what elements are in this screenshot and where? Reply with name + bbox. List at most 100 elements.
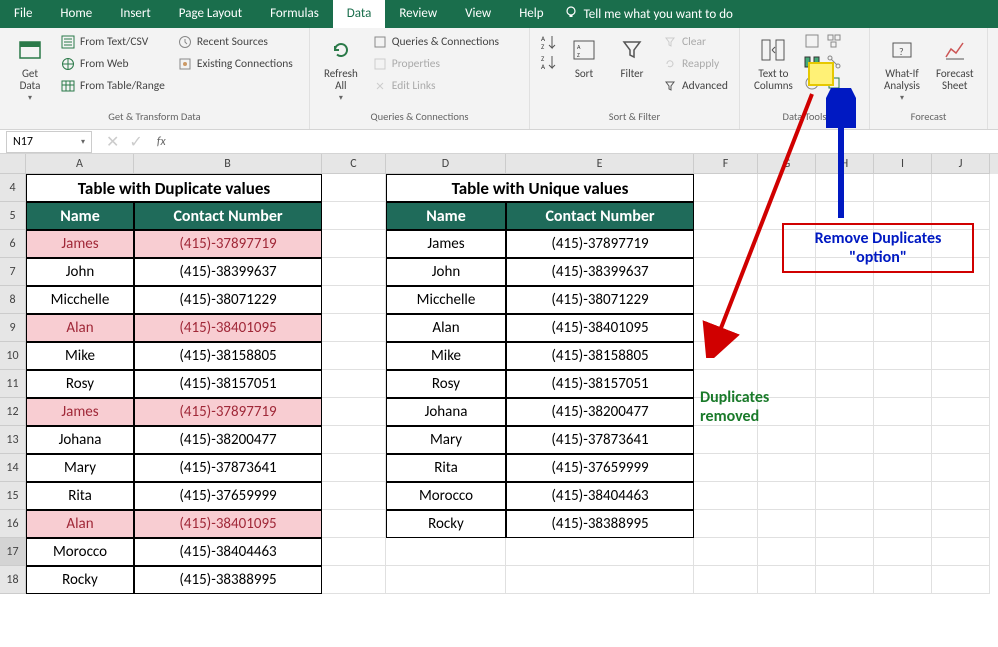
column-header[interactable]: D [386,154,506,174]
cell[interactable] [874,538,932,566]
cell[interactable] [694,566,758,594]
cell[interactable] [322,398,386,426]
menu-tab-formulas[interactable]: Formulas [256,0,333,28]
existing-connections-button[interactable]: Existing Connections [173,54,297,74]
data-cell-contact[interactable]: (415)-37897719 [506,230,694,258]
column-header[interactable]: J [932,154,990,174]
refresh-all-button[interactable]: Refresh All ▾ [318,32,364,105]
row-header[interactable]: 16 [0,510,26,538]
data-cell-name[interactable]: Rosy [386,370,506,398]
cell[interactable] [694,482,758,510]
column-header[interactable]: B [134,154,322,174]
data-cell-contact[interactable]: (415)-38401095 [134,510,322,538]
cell[interactable] [932,286,990,314]
data-cell-name[interactable]: Alan [386,314,506,342]
cell[interactable] [758,314,816,342]
menu-tab-data[interactable]: Data [333,0,386,28]
sort-za-button[interactable]: ZA [538,52,558,72]
column-header[interactable]: G [758,154,816,174]
row-header[interactable]: 6 [0,230,26,258]
cell[interactable] [694,454,758,482]
data-cell-name[interactable]: Rita [26,482,134,510]
chevron-down-icon[interactable]: ▾ [81,137,85,147]
cell[interactable] [694,538,758,566]
row-header[interactable]: 4 [0,174,26,202]
row-header[interactable]: 7 [0,258,26,286]
cell[interactable] [758,538,816,566]
data-cell-contact[interactable]: (415)-38158805 [134,342,322,370]
advanced-filter-button[interactable]: Advanced [658,76,732,96]
cell[interactable] [816,342,874,370]
cell[interactable] [932,426,990,454]
data-cell-name[interactable]: Morocco [26,538,134,566]
menu-tab-page-layout[interactable]: Page Layout [165,0,256,28]
data-cell-name[interactable]: Rita [386,454,506,482]
data-cell-name[interactable]: Mary [386,426,506,454]
row-header[interactable]: 12 [0,398,26,426]
cell[interactable] [322,230,386,258]
cell[interactable] [322,566,386,594]
row-header[interactable]: 9 [0,314,26,342]
table-title-left[interactable]: Table with Duplicate values [26,174,322,202]
name-box[interactable]: N17 ▾ [6,131,92,153]
table-title-right[interactable]: Table with Unique values [386,174,694,202]
cell[interactable] [816,370,874,398]
row-header[interactable]: 14 [0,454,26,482]
data-cell-contact[interactable]: (415)-38388995 [506,510,694,538]
column-header[interactable]: H [816,154,874,174]
column-header[interactable]: E [506,154,694,174]
spreadsheet-grid[interactable]: ABCDEFGHIJ 4Table with Duplicate valuesT… [0,154,998,594]
cell[interactable] [322,314,386,342]
data-cell-name[interactable]: Rosy [26,370,134,398]
cell[interactable] [758,566,816,594]
cell[interactable] [322,482,386,510]
tell-me-input[interactable]: Tell me what you want to do [584,7,733,22]
data-cell-name[interactable]: Micchelle [386,286,506,314]
table-header-contact[interactable]: Contact Number [506,202,694,230]
cell[interactable] [816,566,874,594]
data-cell-name[interactable]: Alan [26,314,134,342]
cell[interactable] [932,454,990,482]
table-header-contact[interactable]: Contact Number [134,202,322,230]
menu-tab-review[interactable]: Review [385,0,451,28]
cell[interactable] [322,538,386,566]
data-cell-contact[interactable]: (415)-37873641 [506,426,694,454]
data-cell-contact[interactable]: (415)-37897719 [134,398,322,426]
data-cell-contact[interactable]: (415)-38158805 [506,342,694,370]
data-cell-name[interactable]: Micchelle [26,286,134,314]
from-web-button[interactable]: From Web [56,54,169,74]
data-cell-contact[interactable] [506,538,694,566]
table-header-name[interactable]: Name [386,202,506,230]
cell[interactable] [758,286,816,314]
data-cell-contact[interactable]: (415)-38200477 [506,398,694,426]
data-cell-contact[interactable]: (415)-38399637 [134,258,322,286]
cell[interactable] [322,342,386,370]
data-cell-contact[interactable]: (415)-38157051 [134,370,322,398]
data-cell-contact[interactable] [506,566,694,594]
sort-az-button[interactable]: AZ [538,32,558,52]
data-cell-name[interactable] [386,566,506,594]
cell[interactable] [874,174,932,202]
column-header[interactable]: A [26,154,134,174]
data-cell-name[interactable]: Mike [386,342,506,370]
data-cell-name[interactable]: Mary [26,454,134,482]
cell[interactable] [694,258,758,286]
data-cell-name[interactable]: John [26,258,134,286]
cell[interactable] [694,314,758,342]
table-header-name[interactable]: Name [26,202,134,230]
cell[interactable] [932,482,990,510]
cell[interactable] [874,482,932,510]
data-cell-name[interactable] [386,538,506,566]
cell[interactable] [932,398,990,426]
queries-connections-button[interactable]: Queries & Connections [368,32,503,52]
cell[interactable] [816,426,874,454]
data-cell-contact[interactable]: (415)-38157051 [506,370,694,398]
cell[interactable] [322,202,386,230]
cell[interactable] [932,566,990,594]
fx-icon[interactable]: fx [151,135,172,149]
cell[interactable] [932,370,990,398]
menu-tab-file[interactable]: File [0,0,46,28]
data-cell-name[interactable]: Mike [26,342,134,370]
cell[interactable] [322,286,386,314]
data-cell-name[interactable]: James [386,230,506,258]
